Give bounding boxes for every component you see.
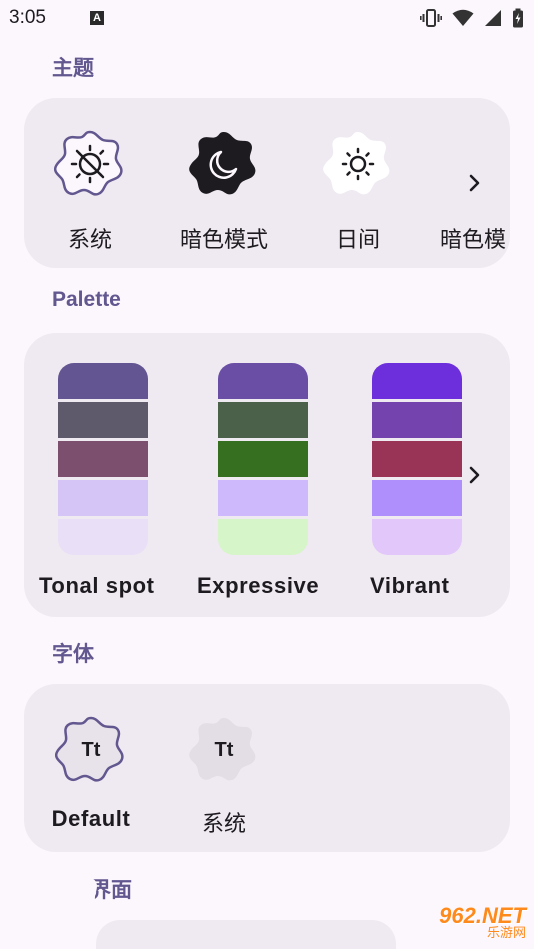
theme-card: 系统 暗色模式 日间 暗色模: [24, 98, 510, 268]
palette-vibrant[interactable]: [372, 363, 462, 558]
palette-swatch: [58, 441, 148, 477]
theme-option-label: 日间: [335, 228, 380, 253]
battery-icon: [513, 8, 523, 28]
palette-swatch: [218, 363, 308, 399]
font-section-title: 字体: [52, 642, 94, 666]
font-option-label: Default: [51, 806, 131, 831]
font-option-label: 系统: [201, 812, 246, 837]
font-option-default[interactable]: Tt Default: [51, 714, 131, 832]
moon-icon: [189, 132, 256, 195]
theme-option-label: 暗色模: [440, 228, 507, 253]
palette-swatch: [372, 519, 462, 555]
watermark: 962.NET 乐游网: [398, 901, 526, 945]
font-card: Tt Default Tt 系统: [24, 684, 510, 852]
status-bar: 3:05 A: [0, 0, 534, 36]
sun-icon: [323, 132, 390, 195]
palette-label: Vibrant: [370, 573, 450, 598]
palette-swatch: [372, 402, 462, 438]
wifi-icon: [452, 9, 474, 26]
watermark-brand: 962.NET: [439, 902, 526, 928]
auto-brightness-icon: [54, 130, 123, 196]
theme-option-light[interactable]: 日间: [322, 128, 394, 254]
font-badge-text: Tt: [214, 738, 234, 761]
notification-app-icon: A: [89, 11, 104, 25]
palette-swatch: [372, 363, 462, 399]
font-option-system[interactable]: Tt 系统: [188, 714, 260, 838]
signal-icon: [485, 10, 501, 26]
font-badge-text: Tt: [81, 738, 101, 761]
palette-swatch: [218, 402, 308, 438]
theme-option-label: 系统: [67, 228, 112, 253]
interface-card: [96, 920, 396, 949]
vibrate-icon: [420, 9, 442, 27]
palette-swatch: [218, 519, 308, 555]
palette-section-title: Palette: [52, 288, 121, 311]
palette-swatch: [372, 441, 462, 477]
palette-swatch: [58, 480, 148, 516]
watermark-sub: 乐游网: [486, 925, 526, 941]
palette-label: Expressive: [197, 573, 320, 598]
theme-option-dark-partial[interactable]: 暗色模: [440, 222, 510, 254]
palette-swatch: [58, 519, 148, 555]
theme-option-label: 暗色模式: [180, 228, 269, 253]
chevron-right-icon[interactable]: [462, 463, 486, 487]
palette-swatch: [58, 363, 148, 399]
status-icons: [420, 8, 524, 28]
palette-expressive[interactable]: [218, 363, 308, 558]
theme-section-title: 主题: [52, 56, 94, 80]
palette-card: Tonal spot Expressive Vibrant: [24, 333, 510, 617]
palette-tonal-spot[interactable]: [58, 363, 148, 558]
palette-swatch: [372, 480, 462, 516]
chevron-right-icon[interactable]: [462, 171, 486, 195]
theme-option-dark[interactable]: 暗色模式: [180, 128, 268, 254]
theme-option-system[interactable]: 系统: [54, 128, 126, 254]
status-time: 3:05: [9, 7, 46, 28]
palette-label: Tonal spot: [39, 573, 155, 598]
floating-blob-icon: [24, 868, 100, 942]
palette-swatch: [218, 480, 308, 516]
palette-swatch: [218, 441, 308, 477]
palette-swatch: [58, 402, 148, 438]
font-badge: Tt: [188, 714, 260, 786]
font-badge: Tt: [55, 714, 127, 786]
